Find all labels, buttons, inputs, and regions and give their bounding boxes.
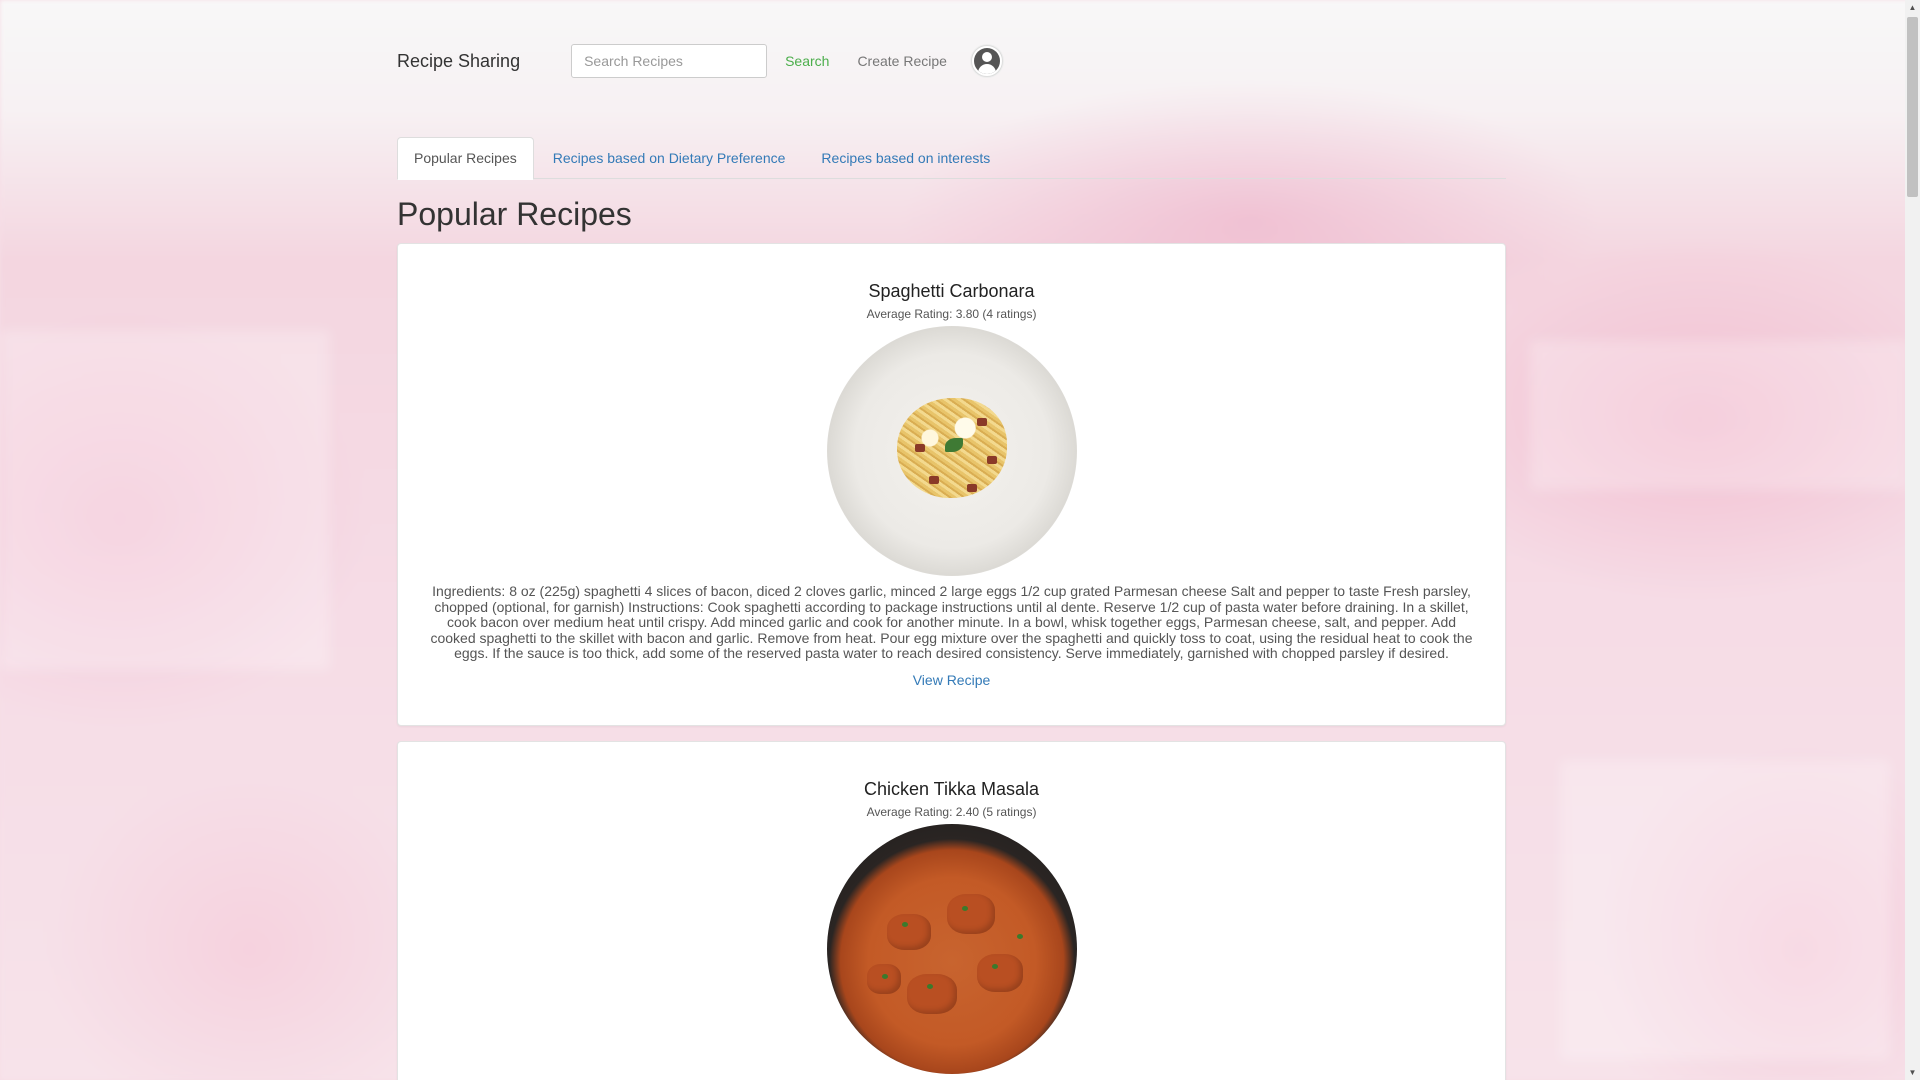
page: Recipe Sharing Search Create Recipe Popu… bbox=[0, 0, 1905, 1080]
recipe-card: Spaghetti Carbonara Average Rating: 3.80… bbox=[397, 243, 1506, 726]
recipe-tabs: Popular Recipes Recipes based on Dietary… bbox=[397, 137, 1506, 180]
user-avatar-icon[interactable] bbox=[970, 45, 1003, 77]
vertical-scrollbar[interactable]: ▲ ▼ bbox=[1905, 0, 1920, 1080]
search-input[interactable] bbox=[571, 44, 768, 78]
create-recipe-link[interactable]: Create Recipe bbox=[857, 53, 947, 69]
avatar-silhouette bbox=[973, 48, 1000, 74]
tab-dietary-preference[interactable]: Recipes based on Dietary Preference bbox=[536, 137, 803, 179]
scroll-up-icon[interactable]: ▲ bbox=[1905, 0, 1920, 15]
recipe-rating: Average Rating: 2.40 (5 ratings) bbox=[866, 805, 1037, 819]
recipe-image bbox=[826, 824, 1077, 1074]
scrollbar-thumb[interactable] bbox=[1907, 17, 1918, 197]
search-button[interactable]: Search bbox=[785, 53, 829, 69]
recipe-image bbox=[826, 326, 1077, 576]
recipe-description: Ingredients: 8 oz (225g) spaghetti 4 sli… bbox=[430, 583, 1473, 661]
tab-popular-recipes[interactable]: Popular Recipes bbox=[397, 137, 534, 180]
navbar: Recipe Sharing Search Create Recipe bbox=[397, 40, 1003, 82]
scroll-down-icon[interactable]: ▼ bbox=[1905, 1065, 1920, 1080]
page-title: Popular Recipes bbox=[397, 196, 632, 232]
brand-logo[interactable]: Recipe Sharing bbox=[397, 51, 520, 72]
view-recipe-link[interactable]: View Recipe bbox=[913, 672, 991, 688]
recipe-title: Spaghetti Carbonara bbox=[868, 281, 1035, 301]
tab-interests[interactable]: Recipes based on interests bbox=[804, 137, 1007, 179]
recipe-rating: Average Rating: 3.80 (4 ratings) bbox=[866, 307, 1037, 321]
recipe-card: Chicken Tikka Masala Average Rating: 2.4… bbox=[397, 741, 1506, 1080]
recipe-title: Chicken Tikka Masala bbox=[863, 779, 1040, 799]
